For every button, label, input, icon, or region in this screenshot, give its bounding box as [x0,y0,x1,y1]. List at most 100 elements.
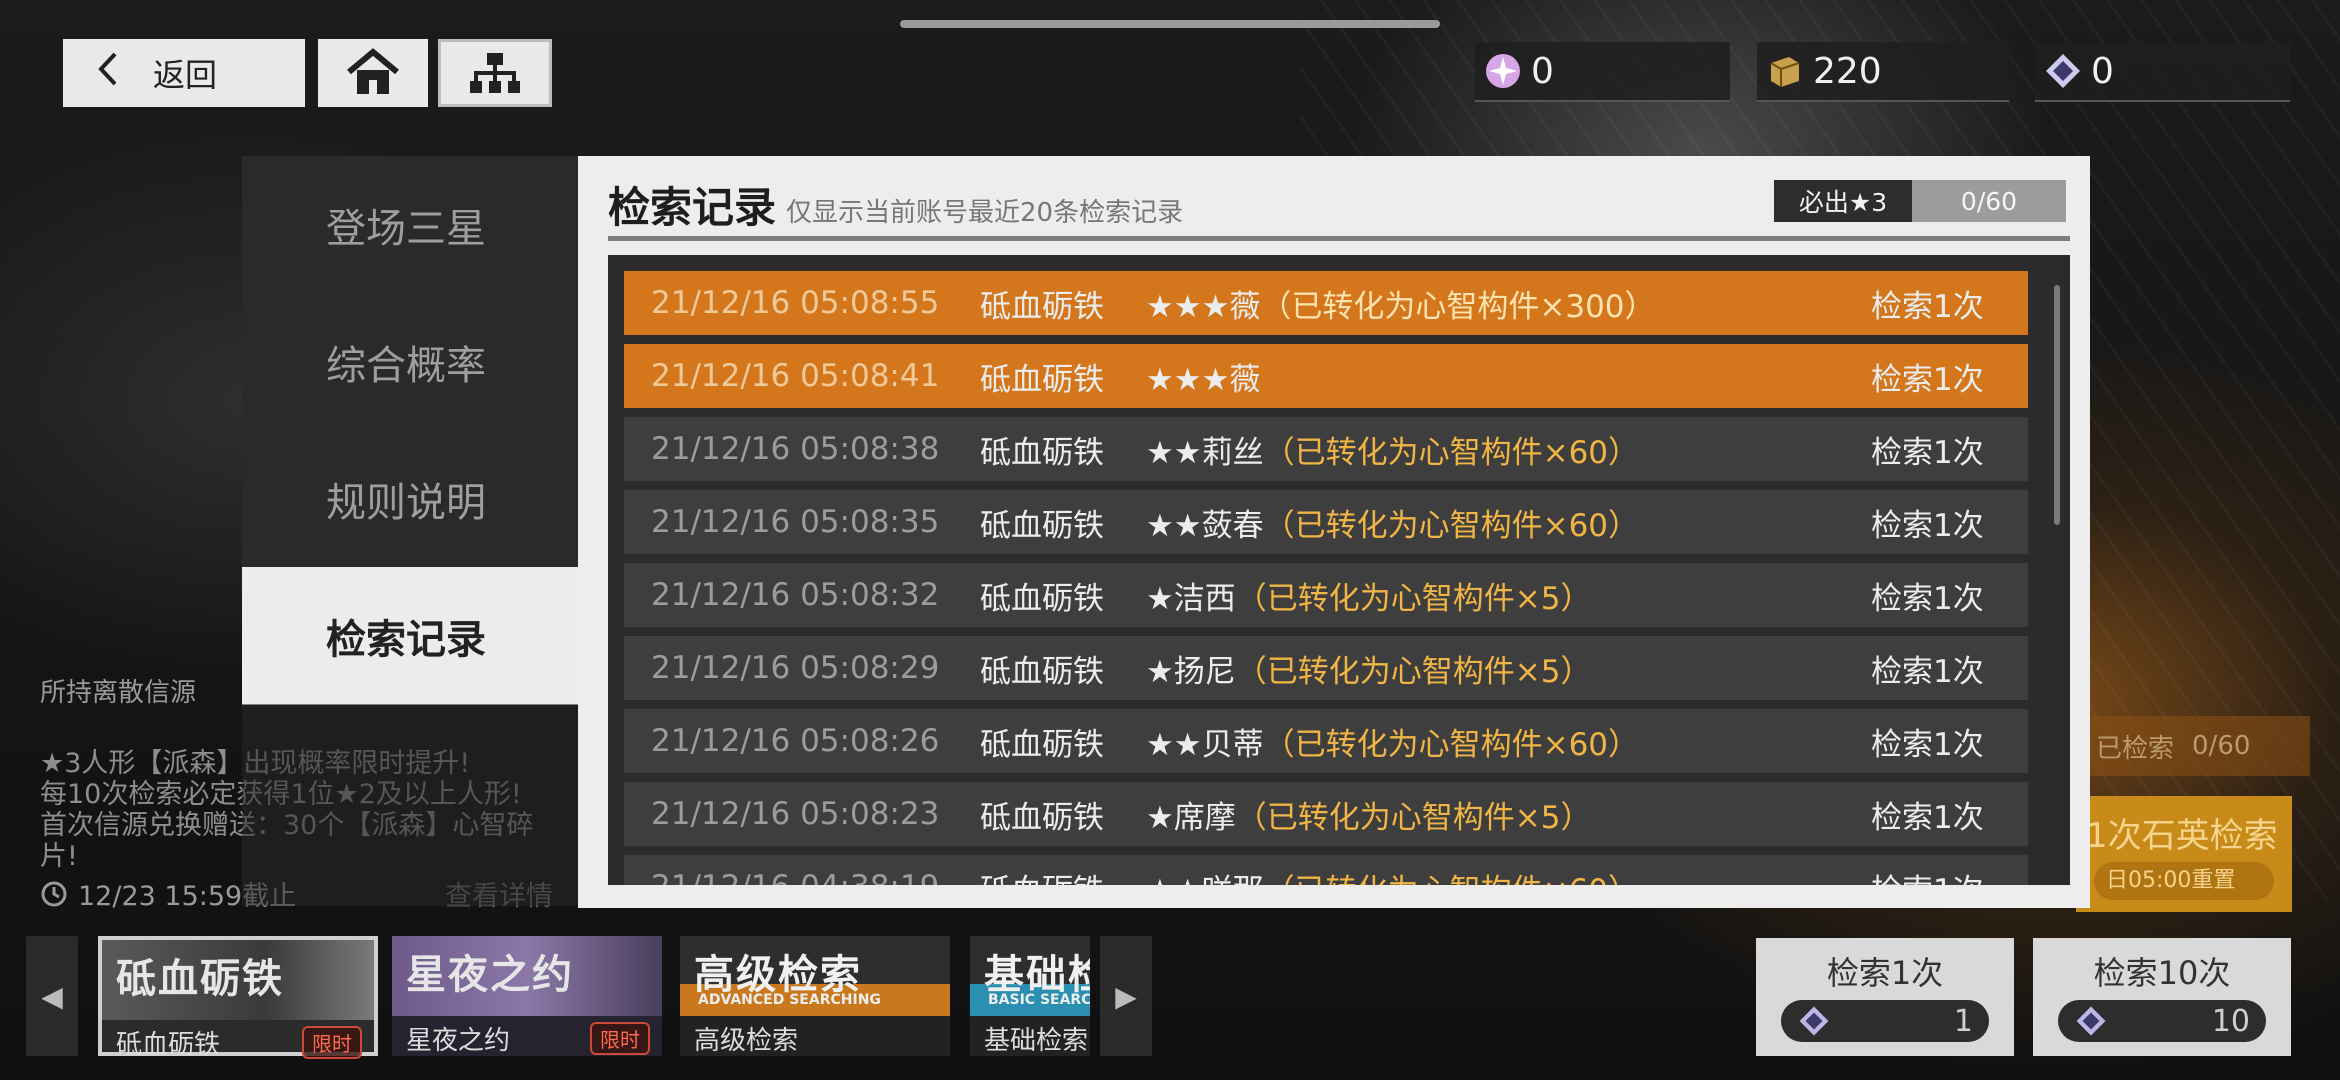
list-scrollbar[interactable] [2054,285,2060,525]
cube-crystal-icon [1475,51,1531,91]
limited-badge: 限时 [590,1022,650,1055]
searched-label: 已检索 [2096,733,2175,764]
row-count: 检索1次 [1871,434,1984,471]
pull-ten-button[interactable]: 检索10次 10 [2033,938,2291,1056]
row-result-name: ★席摩 [1146,799,1236,836]
panel-subtitle: 仅显示当前账号最近20条检索记录 [786,198,1184,228]
row-time: 21/12/16 05:08:23 [651,796,940,832]
search-history-panel: 检索记录 仅显示当前账号最近20条检索记录 必出★3 0/60 21/12/16… [578,156,2090,908]
limited-badge: 限时 [302,1026,362,1059]
menu-item-history[interactable]: 检索记录 [242,567,578,705]
banner-card-label: 砥血砺铁 [116,1030,221,1060]
row-count: 检索1次 [1871,799,1984,836]
banner-card-title: 星夜之约 [406,951,574,998]
menu-item-featured[interactable]: 登场三星 [242,156,578,294]
row-pool: 砥血砺铁 [980,865,1104,886]
currency-cube-value: 0 [1531,50,1554,92]
menu-item-label: 规则说明 [326,480,486,526]
banner-card[interactable]: 高级检索 ADVANCED SEARCHING 高级检索 [680,936,950,1056]
row-result: ★★★薇 [1146,354,1260,399]
side-menu-shadow [242,704,578,906]
row-pool: 砥血砺铁 [980,361,1104,398]
row-result: ★★咲那（已转化为心智构件×60） [1146,865,1639,886]
row-result-name: ★★★薇 [1146,288,1261,325]
menu-item-label: 登场三星 [326,206,486,252]
row-result: ★席摩（已转化为心智构件×5） [1146,792,1592,837]
row-time: 21/12/16 05:08:29 [651,650,940,686]
quartz-search-button[interactable]: 1次石英检索 日05:00重置 [2076,796,2292,912]
row-note: （已转化为心智构件×60） [1263,726,1640,763]
guarantee-progress: 0/60 [1912,180,2066,222]
row-note: （已转化为心智构件×5） [1235,580,1592,617]
quartz-diamond-icon [2076,1006,2106,1036]
back-label: 返回 [153,56,218,94]
currency-quartz[interactable]: 0 [2035,42,2290,102]
row-note: （已转化为心智构件×300） [1260,288,1656,325]
row-result: ★扬尼（已转化为心智构件×5） [1146,646,1592,691]
row-count: 检索1次 [1871,288,1984,325]
row-pool: 砥血砺铁 [980,799,1104,836]
banner-card-label: 基础检索 [984,1026,1089,1056]
row-pool: 砥血砺铁 [980,507,1104,544]
quartz-search-title: 1次石英检索 [2086,816,2278,856]
row-time: 21/12/16 05:08:38 [651,431,940,467]
row-count: 检索1次 [1871,507,1984,544]
gold-box-icon [1757,51,1813,91]
searched-value: 0/60 [2192,731,2251,761]
pull-one-cost: 1 [1781,1000,1989,1042]
menu-item-label: 综合概率 [326,343,486,389]
row-result: ★★蔹春（已转化为心智构件×60） [1146,500,1639,545]
row-result: ★★贝蒂（已转化为心智构件×60） [1146,719,1639,764]
row-note: （已转化为心智构件×60） [1263,434,1640,471]
row-count: 检索1次 [1871,361,1984,398]
quartz-search-reset: 日05:00重置 [2094,862,2274,900]
banner-card-subtitle: ADVANCED SEARCHING [698,992,881,1008]
row-result-name: ★★贝蒂 [1146,726,1264,763]
row-time: 21/12/16 05:08:41 [651,358,940,394]
row-time: 21/12/16 05:08:32 [651,577,940,613]
row-result-name: ★★★薇 [1146,361,1261,398]
chevron-left-icon: ◀ [41,979,63,1013]
row-time: 21/12/16 05:08:26 [651,723,940,759]
quartz-diamond-icon [2035,51,2091,91]
pull-one-button[interactable]: 检索1次 1 [1756,938,2014,1056]
row-result: ★★莉丝（已转化为心智构件×60） [1146,427,1639,472]
banner-card[interactable]: 基础检 BASIC SEARC 基础检索 [970,936,1090,1056]
system-gesture-bar[interactable] [900,20,1440,28]
banner-card-subtitle: BASIC SEARC [988,992,1090,1008]
title-divider [608,236,2070,241]
pull-one-cost-value: 1 [1953,1003,1973,1039]
chevron-left-icon [63,51,153,96]
banner-card-label: 高级检索 [694,1026,799,1056]
row-pool: 砥血砺铁 [980,580,1104,617]
history-row: 21/12/16 05:08:26 砥血砺铁 ★★贝蒂（已转化为心智构件×60）… [624,709,2028,773]
back-button[interactable]: 返回 [63,39,305,107]
history-list[interactable]: 21/12/16 05:08:55 砥血砺铁 ★★★薇（已转化为心智构件×300… [608,255,2070,885]
pull-ten-cost-value: 10 [2211,1003,2250,1039]
guarantee-label: 必出★3 [1774,180,1912,222]
history-row: 21/12/16 05:08:35 砥血砺铁 ★★蔹春（已转化为心智构件×60）… [624,490,2028,554]
home-button[interactable] [318,39,428,107]
carousel-next-button[interactable]: ▶ [1100,936,1152,1056]
banner-card[interactable]: 星夜之约 星夜之约 限时 [392,936,662,1056]
sitemap-icon [470,53,520,93]
sitemap-button[interactable] [438,39,552,107]
carousel-prev-button[interactable]: ◀ [26,936,78,1056]
currency-cube[interactable]: 0 [1475,42,1730,102]
history-row: 21/12/16 05:08:29 砥血砺铁 ★扬尼（已转化为心智构件×5） 检… [624,636,2028,700]
row-result-name: ★★蔹春 [1146,507,1264,544]
row-time: 21/12/16 05:08:35 [651,504,940,540]
clock-icon [41,881,67,906]
row-result-name: ★扬尼 [1146,653,1236,690]
row-pool: 砥血砺铁 [980,726,1104,763]
history-row: 21/12/16 05:08:41 砥血砺铁 ★★★薇 检索1次 [624,344,2028,408]
currency-gold[interactable]: 220 [1757,42,2009,102]
home-icon [347,48,399,94]
history-row: 21/12/16 05:08:55 砥血砺铁 ★★★薇（已转化为心智构件×300… [624,271,2028,335]
menu-item-rates[interactable]: 综合概率 [242,293,578,431]
row-pool: 砥血砺铁 [980,288,1104,325]
history-row: 21/12/16 04:38:19 砥血砺铁 ★★咲那（已转化为心智构件×60）… [624,855,2028,885]
row-result-name: ★洁西 [1146,580,1236,617]
banner-card[interactable]: 砥血砺铁 砥血砺铁 限时 [98,936,378,1060]
menu-item-rules[interactable]: 规则说明 [242,430,578,568]
